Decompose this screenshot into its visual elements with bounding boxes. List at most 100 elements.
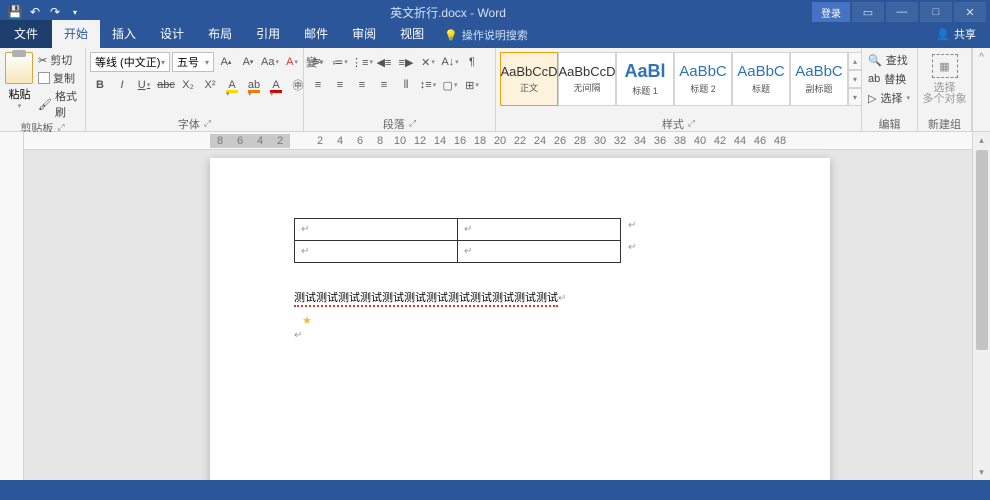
subsuper-button[interactable]: X₂ xyxy=(178,75,198,95)
borders-button[interactable]: ⊞ xyxy=(462,75,482,95)
cut-button[interactable]: ✂剪切 xyxy=(38,52,81,68)
collapse-ribbon-button[interactable]: ^ xyxy=(972,48,990,131)
table-row[interactable]: ↵↵ xyxy=(295,219,621,241)
tab-references[interactable]: 引用 xyxy=(244,20,292,48)
style-normal[interactable]: AaBbCcD正文 xyxy=(500,52,558,106)
ruler-tick: 6 xyxy=(350,135,370,147)
shading-button[interactable]: ▢ xyxy=(440,75,460,95)
asian-layout-button[interactable]: ✕ xyxy=(418,52,438,72)
paragraph-text[interactable]: 测试测试测试测试测试测试测试测试测试测试测试测试↵ xyxy=(294,288,566,306)
qat-customize-icon[interactable]: ▾ xyxy=(66,3,84,21)
style-preview: AaBbC xyxy=(679,63,727,80)
tab-layout[interactable]: 布局 xyxy=(196,20,244,48)
find-button[interactable]: 🔍查找 xyxy=(868,52,910,68)
table-cell[interactable]: ↵ xyxy=(458,241,621,263)
ruler-tick: 40 xyxy=(690,135,710,147)
chevron-up-icon[interactable]: ▴ xyxy=(848,52,862,70)
close-icon[interactable]: ✕ xyxy=(954,2,986,22)
decrease-indent-button[interactable]: ◀≡ xyxy=(374,52,394,72)
style-heading1[interactable]: AaBl标题 1 xyxy=(616,52,674,106)
table-cell[interactable]: ↵ xyxy=(458,219,621,241)
font-color-button[interactable]: A xyxy=(266,75,286,95)
share-button[interactable]: 👤 共享 xyxy=(922,21,990,48)
replace-button[interactable]: ab替换 xyxy=(868,71,910,87)
table-row[interactable]: ↵↵ xyxy=(295,241,621,263)
tab-file[interactable]: 文件 xyxy=(0,20,52,48)
tab-design[interactable]: 设计 xyxy=(148,20,196,48)
align-right-button[interactable]: ≡ xyxy=(352,75,372,95)
scroll-down-icon[interactable]: ▾ xyxy=(973,464,990,480)
login-button[interactable]: 登录 xyxy=(812,2,850,22)
format-painter-button[interactable]: 🖌格式刷 xyxy=(38,88,81,120)
scroll-thumb[interactable] xyxy=(976,150,988,350)
ribbon-display-icon[interactable]: ▭ xyxy=(852,2,884,22)
copy-button[interactable]: 复制 xyxy=(38,70,81,86)
save-icon[interactable]: 💾 xyxy=(6,3,24,21)
find-label: 查找 xyxy=(886,52,908,68)
chevron-down-icon[interactable]: ▾ xyxy=(848,70,862,88)
page[interactable]: ↵↵ ↵↵ ↵ ↵ 测试测试测试测试测试测试测试测试测试测试测试测试↵ ★ ↵ xyxy=(210,158,830,480)
styles-gallery: AaBbCcD正文 AaBbCcD无间隔 AaBl标题 1 AaBbC标题 2 … xyxy=(500,50,862,106)
font-name-select[interactable]: 等线 (中文正)▾ xyxy=(90,52,170,72)
sort-button[interactable]: A↓ xyxy=(440,52,460,72)
grow-font-button[interactable]: A▴ xyxy=(216,52,236,72)
undo-icon[interactable]: ↶ xyxy=(26,3,44,21)
style-heading2[interactable]: AaBbC标题 2 xyxy=(674,52,732,106)
line-spacing-button[interactable]: ↕≡ xyxy=(418,75,438,95)
align-center-button[interactable]: ≡ xyxy=(330,75,350,95)
justify-button[interactable]: ≡ xyxy=(374,75,394,95)
tab-review[interactable]: 审阅 xyxy=(340,20,388,48)
paragraph-content: 测试测试测试测试测试测试测试测试测试测试测试测试 xyxy=(294,292,558,307)
ruler-tick: 6 xyxy=(230,134,250,148)
tab-view[interactable]: 视图 xyxy=(388,20,436,48)
document-area[interactable]: ↵↵ ↵↵ ↵ ↵ 测试测试测试测试测试测试测试测试测试测试测试测试↵ ★ ↵ xyxy=(24,150,972,480)
shrink-font-button[interactable]: A▾ xyxy=(238,52,258,72)
select-button[interactable]: ▷选择▾ xyxy=(868,90,910,106)
row-end-mark: ↵ xyxy=(628,242,636,253)
select-pane-icon[interactable]: ▦ xyxy=(932,54,958,78)
tab-insert[interactable]: 插入 xyxy=(100,20,148,48)
numbering-button[interactable]: ≔ xyxy=(330,52,350,72)
text-effects-button[interactable]: A xyxy=(222,75,242,95)
redo-icon[interactable]: ↷ xyxy=(46,3,64,21)
style-subtitle[interactable]: AaBbC副标题 xyxy=(790,52,848,106)
dialog-launcher-icon[interactable]: ⤢ xyxy=(688,118,695,129)
superscript-button[interactable]: X² xyxy=(200,75,220,95)
style-name: 无间隔 xyxy=(573,81,600,94)
underline-button[interactable]: U xyxy=(134,75,154,95)
dialog-launcher-icon[interactable]: ⤢ xyxy=(409,118,416,129)
bullets-button[interactable]: ≡ xyxy=(308,52,328,72)
multilevel-button[interactable]: ⋮≡ xyxy=(352,52,372,72)
paste-button[interactable]: 粘贴 ▾ xyxy=(4,50,35,110)
strike-button[interactable]: abc xyxy=(156,75,176,95)
vertical-scrollbar[interactable]: ▴ ▾ xyxy=(972,132,990,480)
font-size-select[interactable]: 五号▾ xyxy=(172,52,214,72)
dialog-launcher-icon[interactable]: ⤢ xyxy=(204,118,211,129)
styles-scroll[interactable]: ▴▾▾ xyxy=(848,52,862,106)
highlight-button[interactable]: ab xyxy=(244,75,264,95)
paragraph-group-label: 段落 xyxy=(383,116,405,132)
distribute-button[interactable]: ⫴ xyxy=(396,75,416,95)
styles-expand-icon[interactable]: ▾ xyxy=(848,88,862,106)
table-cell[interactable]: ↵ xyxy=(295,241,458,263)
style-title[interactable]: AaBbC标题 xyxy=(732,52,790,106)
table-cell[interactable]: ↵ xyxy=(295,219,458,241)
tell-me-search[interactable]: 💡 操作说明搜索 xyxy=(436,27,536,48)
change-case-button[interactable]: Aa xyxy=(260,52,280,72)
increase-indent-button[interactable]: ≡▶ xyxy=(396,52,416,72)
bold-button[interactable]: B xyxy=(90,75,110,95)
italic-button[interactable]: I xyxy=(112,75,132,95)
clear-format-button[interactable]: A xyxy=(282,52,302,72)
tab-mailings[interactable]: 邮件 xyxy=(292,20,340,48)
show-marks-button[interactable]: ¶ xyxy=(462,52,482,72)
scroll-up-icon[interactable]: ▴ xyxy=(973,132,990,148)
align-left-button[interactable]: ≡ xyxy=(308,75,328,95)
tab-home[interactable]: 开始 xyxy=(52,20,100,48)
style-nospacing[interactable]: AaBbCcD无间隔 xyxy=(558,52,616,106)
vertical-ruler[interactable] xyxy=(0,132,24,480)
ruler-tick: 34 xyxy=(630,135,650,147)
maximize-icon[interactable]: □ xyxy=(920,2,952,22)
horizontal-ruler[interactable]: 8642246810121416182022242628303234363840… xyxy=(24,132,990,150)
minimize-icon[interactable]: ― xyxy=(886,2,918,22)
document-table[interactable]: ↵↵ ↵↵ xyxy=(294,218,621,263)
